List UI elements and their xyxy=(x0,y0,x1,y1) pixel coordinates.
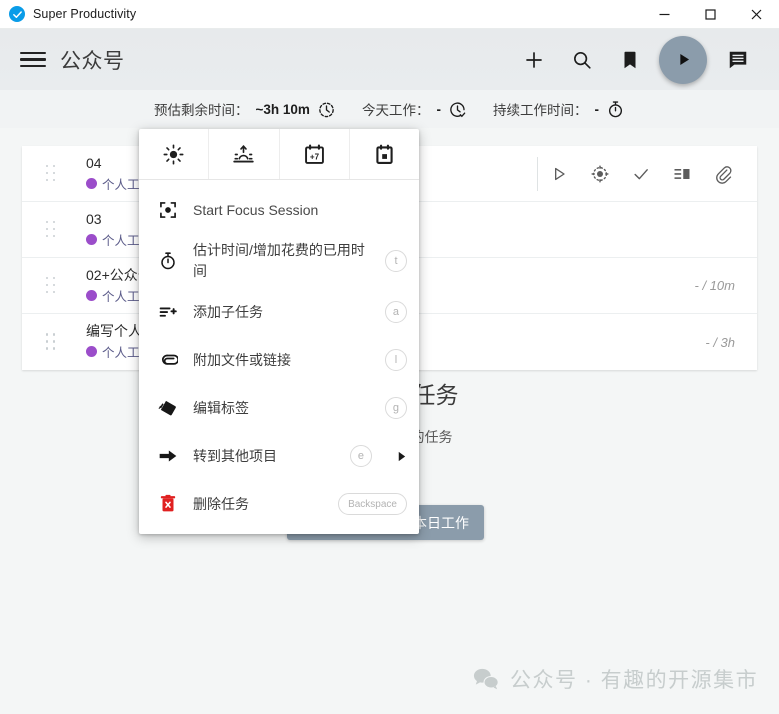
app-window: Super Productivity 公众号 预估剩余时间： ~3h 10m 今… xyxy=(0,0,779,714)
menu-item-label: 编辑标签 xyxy=(193,399,249,416)
window-title: Super Productivity xyxy=(33,7,137,21)
minimize-button[interactable] xyxy=(641,0,687,29)
arrow-right-icon xyxy=(157,446,179,466)
menu-item-edit-tags[interactable]: 编辑标签 g xyxy=(139,384,419,432)
attachment-icon[interactable] xyxy=(702,157,743,191)
tag-color-dot xyxy=(86,233,97,245)
sunrise-icon[interactable] xyxy=(209,129,280,179)
menu-item-estimate-time[interactable]: 估计时间/增加花费的已用时间 t xyxy=(139,234,419,288)
task-time: - / 10m xyxy=(694,278,735,293)
tag-color-dot xyxy=(86,177,97,189)
add-icon[interactable] xyxy=(511,37,557,83)
stat-label: 今天工作： xyxy=(361,103,430,118)
check-icon[interactable] xyxy=(620,157,661,191)
menu-item-label: Start Focus Session xyxy=(193,201,319,218)
shortcut-badge: t xyxy=(385,250,407,272)
watermark: 公众号 · 有趣的开源集市 xyxy=(473,664,758,694)
menu-item-label: 转到其他项目 xyxy=(193,447,277,464)
watermark-text: 公众号 · 有趣的开源集市 xyxy=(510,669,759,692)
drag-handle-icon[interactable] xyxy=(40,276,62,295)
maximize-button[interactable] xyxy=(687,0,733,29)
play-outline-icon[interactable] xyxy=(538,157,579,191)
hamburger-menu-icon[interactable] xyxy=(20,50,46,70)
svg-text:+7: +7 xyxy=(310,152,320,161)
stat-label: 预估剩余时间： xyxy=(154,103,249,118)
add-subtask-icon xyxy=(157,302,179,322)
play-icon[interactable] xyxy=(659,35,707,84)
clock-check-icon xyxy=(448,100,467,119)
stat-remaining-estimate: 预估剩余时间： ~3h 10m xyxy=(154,99,336,119)
stat-value: ~3h 10m xyxy=(255,101,310,117)
drag-handle-icon[interactable] xyxy=(40,333,62,351)
check-circle-icon xyxy=(9,6,25,22)
page-title: 公众号 xyxy=(60,49,125,73)
task-context-menu: +7 Start Focus Session 估计时间/增加花费的已用时间 t xyxy=(139,129,419,534)
wechat-icon xyxy=(473,666,499,692)
drag-handle-icon[interactable] xyxy=(40,220,62,239)
attachment-icon xyxy=(157,350,179,370)
delete-icon xyxy=(157,494,179,514)
menu-item-label: 删除任务 xyxy=(193,495,249,512)
clock-remaining-icon xyxy=(317,100,336,119)
sun-icon[interactable] xyxy=(139,129,210,179)
menu-item-delete-task[interactable]: 删除任务 Backspace xyxy=(139,480,419,528)
menu-item-start-focus-session[interactable]: Start Focus Session xyxy=(139,186,419,234)
menu-item-label: 估计时间/增加花费的已用时间 xyxy=(193,242,365,279)
stat-worked-today: 今天工作： - xyxy=(362,99,467,119)
bookmark-icon[interactable] xyxy=(607,37,653,83)
menu-item-move-to-project[interactable]: 转到其他项目 e xyxy=(139,432,419,480)
menu-item-label: 附加文件或链接 xyxy=(193,351,291,368)
timer-icon xyxy=(606,100,625,119)
sun-icon[interactable] xyxy=(579,157,620,191)
window-titlebar: Super Productivity xyxy=(0,0,779,29)
calendar-plus7-icon[interactable]: +7 xyxy=(280,129,350,179)
work-stats-bar: 预估剩余时间： ~3h 10m 今天工作： - 持续工作时间： - xyxy=(0,90,779,128)
subtask-list-icon[interactable] xyxy=(661,157,702,191)
menu-item-attach-file[interactable]: 附加文件或链接 l xyxy=(139,336,419,384)
search-icon[interactable] xyxy=(559,37,605,83)
tag-icon xyxy=(157,398,179,418)
context-menu-items: Start Focus Session 估计时间/增加花费的已用时间 t 添加子… xyxy=(139,180,419,534)
tag-color-dot xyxy=(86,346,97,357)
stat-value: - xyxy=(436,101,441,117)
schedule-quick-tabs: +7 xyxy=(139,129,419,180)
shortcut-badge: l xyxy=(385,349,407,371)
shortcut-badge: g xyxy=(384,397,407,419)
tag-color-dot xyxy=(86,289,97,301)
drag-handle-icon[interactable] xyxy=(40,164,62,183)
menu-item-label: 添加子任务 xyxy=(193,303,263,320)
menu-item-add-subtask[interactable]: 添加子任务 a xyxy=(139,288,419,336)
notes-icon[interactable] xyxy=(715,37,761,83)
shortcut-badge: a xyxy=(384,301,407,323)
timer-icon xyxy=(157,251,179,271)
task-time: - / 3h xyxy=(705,334,735,350)
shortcut-badge: Backspace xyxy=(338,493,407,515)
calendar-day-icon[interactable] xyxy=(350,129,419,179)
stat-label: 持续工作时间： xyxy=(492,103,588,118)
stat-value: - xyxy=(594,101,599,117)
chevron-right-icon xyxy=(396,451,407,462)
shortcut-badge: e xyxy=(349,445,372,467)
task-row-actions xyxy=(537,156,757,191)
app-header: 公众号 xyxy=(0,29,779,90)
stat-continuous-work: 持续工作时间： - xyxy=(493,99,625,119)
close-button[interactable] xyxy=(733,0,779,29)
focus-session-icon xyxy=(157,200,179,220)
